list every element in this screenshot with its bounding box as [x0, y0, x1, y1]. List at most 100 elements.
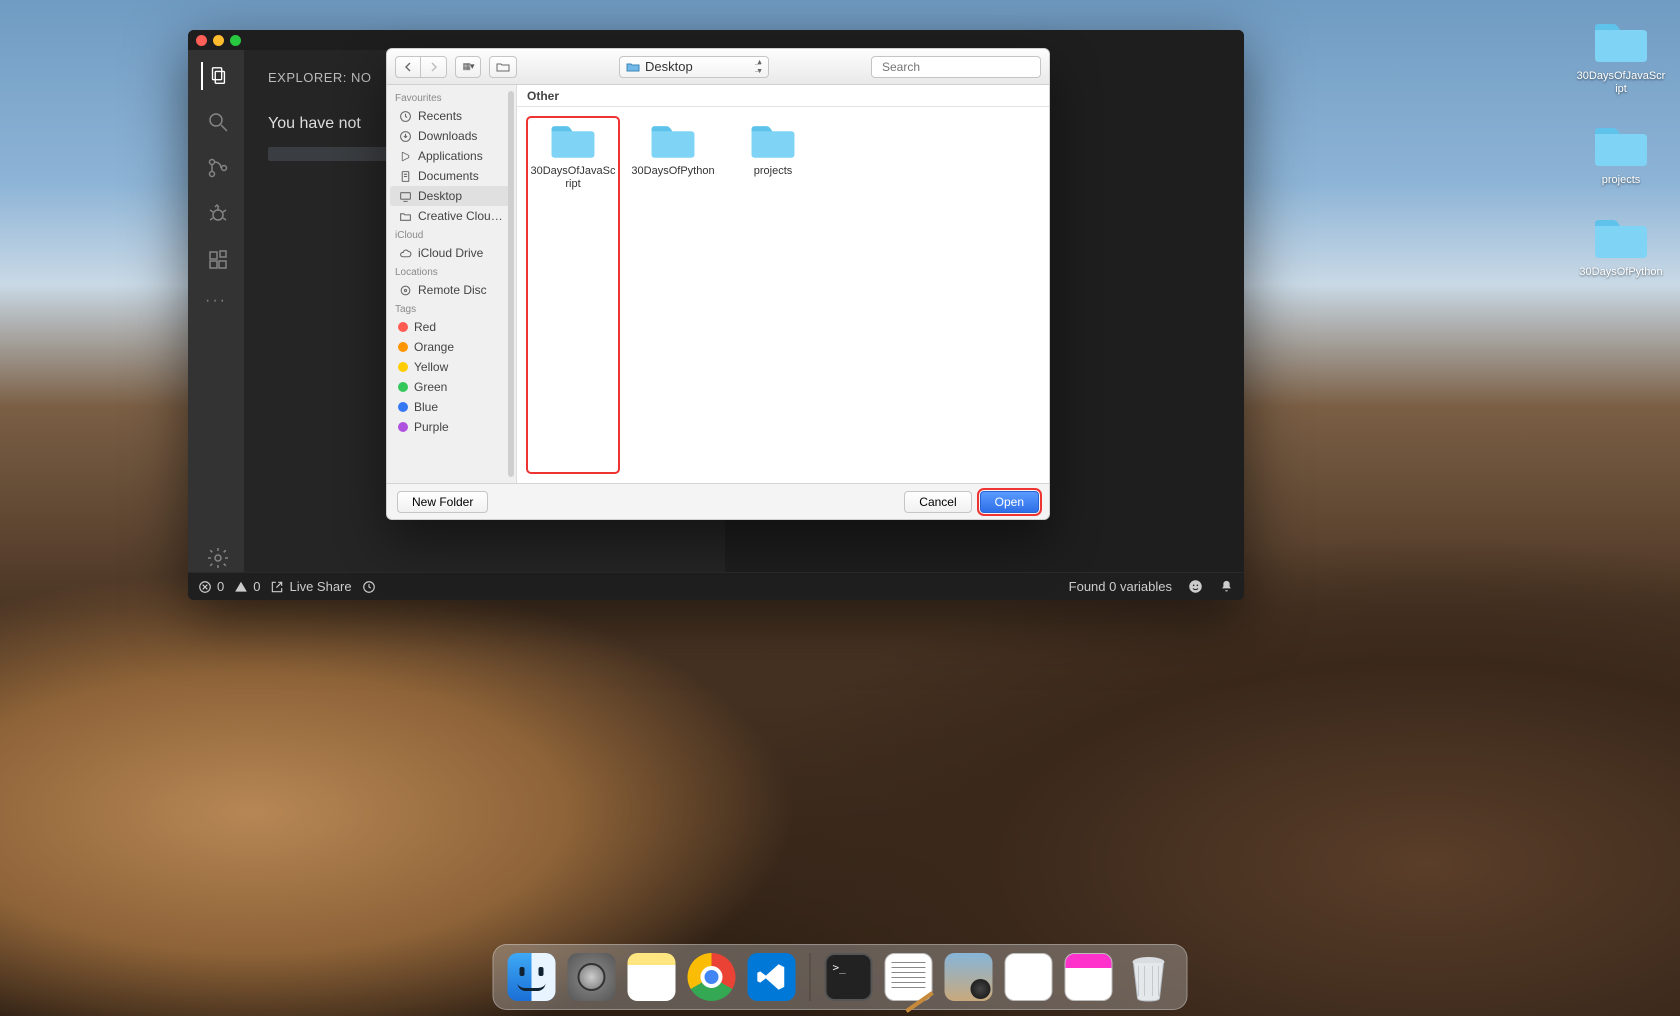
- folder-item[interactable]: 30DaysOfPython: [627, 117, 719, 473]
- folder-icon: [648, 123, 698, 161]
- search-icon[interactable]: [202, 108, 230, 136]
- folder-icon: [1591, 216, 1651, 262]
- folder-item[interactable]: projects: [727, 117, 819, 473]
- vscode-icon: [748, 953, 796, 1001]
- dock-chrome[interactable]: [686, 951, 738, 1003]
- sidebar-item[interactable]: Recents: [390, 106, 513, 126]
- tag-label: Red: [414, 320, 436, 334]
- dock-finder[interactable]: [506, 951, 558, 1003]
- status-warnings[interactable]: 0: [234, 579, 260, 594]
- tag-color-dot: [398, 402, 408, 412]
- grid-view-icon: ▦▾: [462, 61, 473, 72]
- dock-trash[interactable]: [1123, 951, 1175, 1003]
- dock-textedit[interactable]: [883, 951, 935, 1003]
- dock-vscode[interactable]: [746, 951, 798, 1003]
- folder-icon: [626, 61, 640, 72]
- cancel-button[interactable]: Cancel: [904, 491, 971, 513]
- status-liveshare-label: Live Share: [289, 579, 351, 594]
- dock-terminal[interactable]: >_: [823, 951, 875, 1003]
- settings-gear-icon[interactable]: [202, 544, 230, 572]
- tag-item[interactable]: Blue: [390, 397, 513, 417]
- status-found-variables[interactable]: Found 0 variables: [1069, 579, 1172, 594]
- extensions-icon[interactable]: [202, 246, 230, 274]
- tag-item[interactable]: Yellow: [390, 357, 513, 377]
- window-thumbnail-icon: [1005, 953, 1053, 1001]
- finder-sidebar: Favourites RecentsDownloads Applications D…: [387, 85, 517, 483]
- activity-bar: ···: [188, 50, 244, 572]
- desktop-folder-item[interactable]: projects: [1591, 124, 1651, 187]
- folder-icon: [1591, 124, 1651, 170]
- dock-launchpad[interactable]: [566, 951, 618, 1003]
- bell-icon: [1219, 579, 1234, 594]
- dock-minimized-window[interactable]: [1063, 951, 1115, 1003]
- scrollbar[interactable]: [508, 91, 514, 477]
- sidebar-item[interactable]: Downloads: [390, 126, 513, 146]
- tag-color-dot: [398, 342, 408, 352]
- sidebar-item[interactable]: Creative Clou…: [390, 206, 513, 226]
- status-bar: 0 0 Live Share Found 0 variables: [188, 572, 1244, 600]
- desktop-icons: 30DaysOfJavaScript projects 30DaysOfPyth…: [1576, 20, 1666, 279]
- download-icon: [398, 129, 412, 143]
- status-feedback-icon[interactable]: [1188, 579, 1203, 594]
- desktop-folder-item[interactable]: 30DaysOfJavaScript: [1576, 20, 1666, 96]
- section-favourites: Favourites: [387, 89, 516, 106]
- status-history[interactable]: [362, 580, 376, 594]
- doc-icon: [398, 169, 412, 183]
- tag-label: Yellow: [414, 360, 448, 374]
- sidebar-item[interactable]: Documents: [390, 166, 513, 186]
- open-button[interactable]: Open: [980, 491, 1039, 513]
- status-errors-count: 0: [217, 579, 224, 594]
- location-dropdown[interactable]: Desktop ▲▼: [619, 56, 769, 78]
- explorer-icon[interactable]: [201, 62, 229, 90]
- source-control-icon[interactable]: [202, 154, 230, 182]
- tag-item[interactable]: Orange: [390, 337, 513, 357]
- sidebar-item[interactable]: Desktop: [390, 186, 513, 206]
- dock-divider: [810, 953, 811, 1001]
- chevron-left-icon: [404, 62, 412, 72]
- view-mode-button[interactable]: ▦▾: [455, 56, 481, 78]
- status-warnings-count: 0: [253, 579, 260, 594]
- dock-notes[interactable]: [626, 951, 678, 1003]
- sidebar-item[interactable]: iCloud Drive: [390, 243, 513, 263]
- tag-color-dot: [398, 422, 408, 432]
- notes-icon: [628, 953, 676, 1001]
- maximize-icon[interactable]: [230, 35, 241, 46]
- search-input[interactable]: [882, 60, 1037, 74]
- dock: >_: [493, 944, 1188, 1010]
- tag-item[interactable]: Red: [390, 317, 513, 337]
- search-field[interactable]: [871, 56, 1041, 78]
- apps-icon: [398, 149, 412, 163]
- dock-minimized-window[interactable]: [1003, 951, 1055, 1003]
- desktop-icon: [398, 189, 412, 203]
- tag-item[interactable]: Green: [390, 377, 513, 397]
- new-folder-button[interactable]: New Folder: [397, 491, 488, 513]
- more-icon[interactable]: ···: [205, 292, 227, 310]
- sidebar-item[interactable]: Applications: [390, 146, 513, 166]
- sidebar-item-label: Applications: [418, 149, 483, 163]
- tag-color-dot: [398, 322, 408, 332]
- desktop-folder-item[interactable]: 30DaysOfPython: [1579, 216, 1662, 279]
- dialog-toolbar: ▦▾ Desktop ▲▼: [387, 49, 1049, 85]
- tag-color-dot: [398, 362, 408, 372]
- section-tags: Tags: [387, 300, 516, 317]
- tag-item[interactable]: Purple: [390, 417, 513, 437]
- status-errors[interactable]: 0: [198, 579, 224, 594]
- minimize-icon[interactable]: [213, 35, 224, 46]
- nav-forward-button[interactable]: [421, 56, 447, 78]
- sidebar-item-label: Creative Clou…: [418, 209, 503, 223]
- finder-content: Other 30DaysOfJavaScript30DaysOfPythonpr…: [517, 85, 1049, 483]
- status-liveshare[interactable]: Live Share: [270, 579, 351, 594]
- group-by-button[interactable]: [489, 56, 517, 78]
- tag-label: Orange: [414, 340, 454, 354]
- vscode-titlebar[interactable]: [188, 30, 1244, 50]
- sidebar-item-label: Documents: [418, 169, 479, 183]
- close-icon[interactable]: [196, 35, 207, 46]
- folder-item[interactable]: 30DaysOfJavaScript: [527, 117, 619, 473]
- sidebar-item[interactable]: Remote Disc: [390, 280, 513, 300]
- finder-icon: [508, 953, 556, 1001]
- status-bell-icon[interactable]: [1219, 579, 1234, 594]
- content-header: Other: [517, 85, 1049, 107]
- debug-icon[interactable]: [202, 200, 230, 228]
- nav-back-button[interactable]: [395, 56, 421, 78]
- dock-photo[interactable]: [943, 951, 995, 1003]
